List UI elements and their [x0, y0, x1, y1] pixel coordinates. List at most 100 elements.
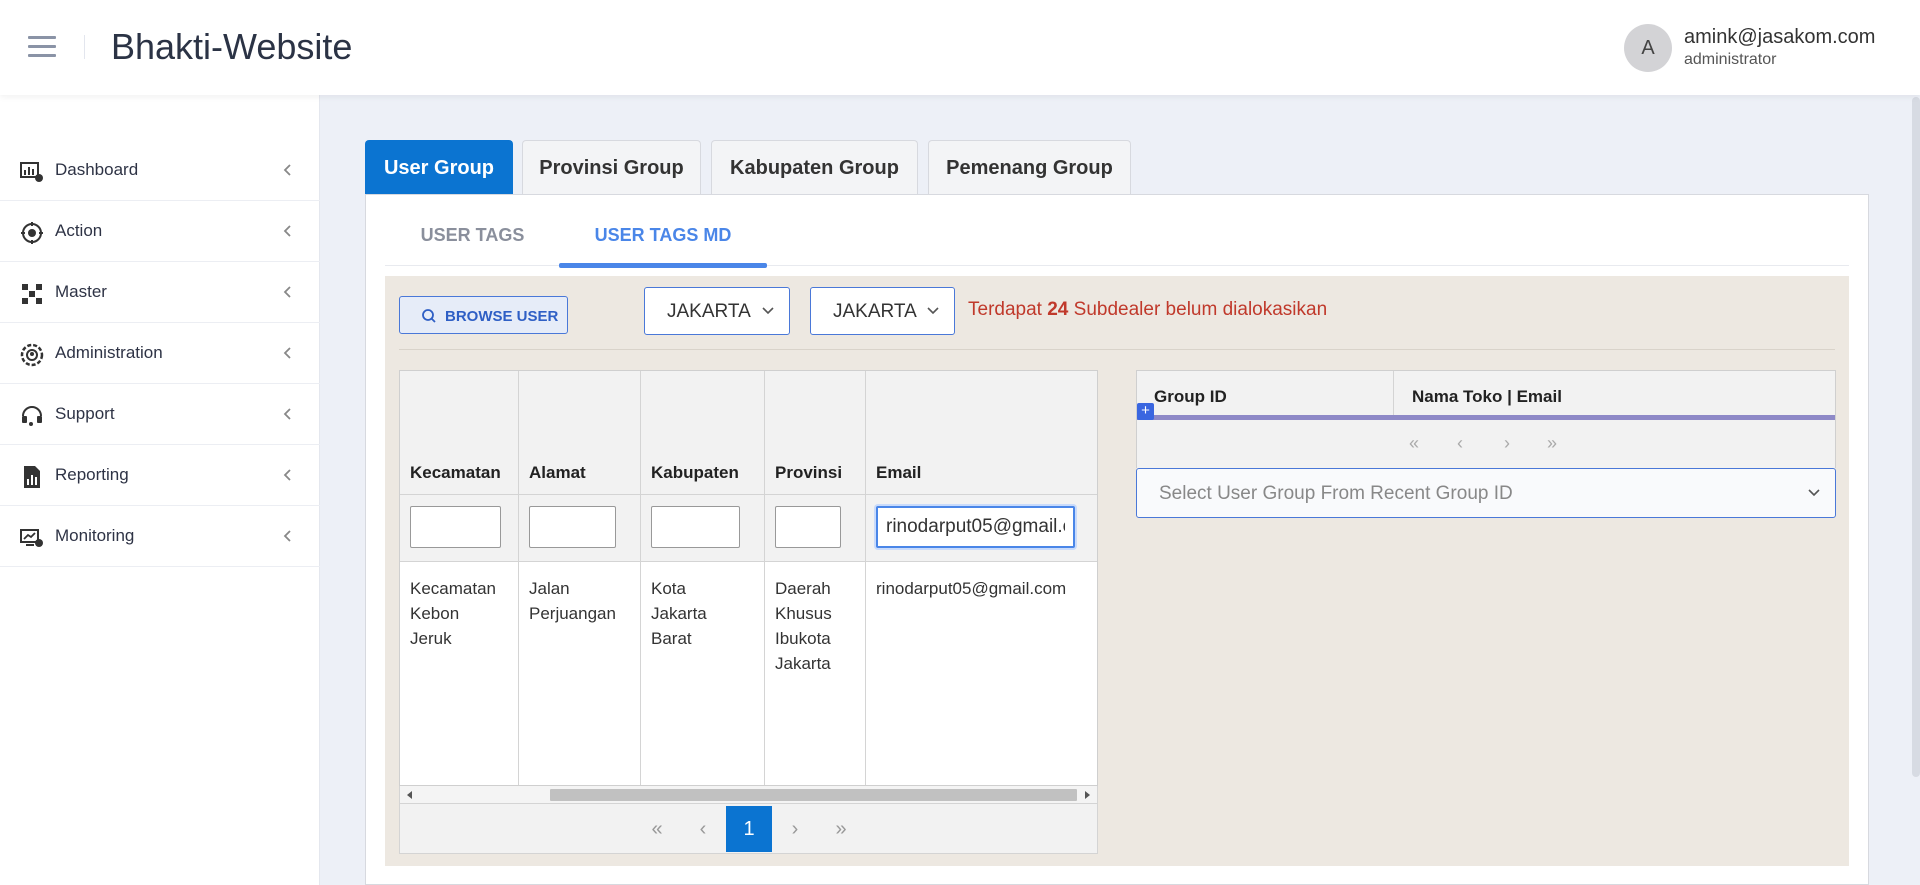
chevron-left-icon	[283, 469, 291, 481]
scrollbar-thumb[interactable]	[550, 789, 1077, 801]
sidebar-item-master[interactable]: Master	[0, 262, 320, 323]
city-select[interactable]: JAKARTA	[810, 287, 955, 335]
next-page-button[interactable]: ›	[1504, 433, 1510, 454]
kecamatan-filter-input[interactable]	[410, 506, 501, 548]
sidebar-label: Master	[55, 282, 107, 301]
sidebar-label: Support	[55, 404, 115, 423]
first-page-button[interactable]: «	[1409, 433, 1419, 454]
alamat-filter-input[interactable]	[529, 506, 616, 548]
column-header-label: Alamat	[529, 463, 586, 482]
notice-suffix: Subdealer belum dialokasikan	[1073, 299, 1328, 320]
unallocated-notice: Terdapat 24 Subdealer belum dialokasikan	[968, 299, 1327, 321]
avatar[interactable]: A	[1624, 24, 1672, 72]
hamburger-menu-icon[interactable]	[28, 36, 56, 58]
horizontal-scrollbar[interactable]	[399, 786, 1098, 804]
sidebar: Dashboard Action Master Administration S…	[0, 95, 320, 885]
column-header-label: Kecamatan	[410, 463, 501, 482]
tab-user-group[interactable]: User Group	[365, 140, 513, 195]
column-header[interactable]: Alamat	[519, 371, 640, 495]
page-1-button[interactable]: 1	[726, 806, 772, 852]
chevron-down-icon	[1808, 489, 1820, 497]
column-header-label: Email	[876, 463, 922, 482]
sidebar-item-action[interactable]: Action	[0, 201, 320, 262]
browse-user-button[interactable]: BROWSE USER	[399, 296, 568, 334]
reporting-icon	[24, 466, 40, 488]
first-page-button[interactable]: «	[634, 806, 680, 852]
column-header-label: Provinsi	[775, 463, 843, 482]
table-cell: Jalan Perjuangan	[529, 579, 616, 623]
chevron-left-icon	[283, 225, 291, 237]
column-header[interactable]: Kabupaten	[641, 371, 764, 495]
column-header[interactable]: Provinsi	[765, 371, 865, 495]
tab-provinsi-group[interactable]: Provinsi Group	[522, 140, 701, 195]
sidebar-item-support[interactable]: Support	[0, 384, 320, 445]
chevron-down-icon	[762, 307, 774, 315]
top-header: Bhakti-Website A amink@jasakom.com admin…	[0, 0, 1920, 95]
sidebar-label: Monitoring	[55, 526, 135, 545]
sidebar-label: Dashboard	[55, 160, 139, 179]
column-header[interactable]: Email	[866, 371, 1097, 495]
column-header[interactable]: Kecamatan	[400, 371, 518, 495]
chevron-left-icon	[283, 530, 291, 542]
column-provinsi: Provinsi Daerah Khusus Ibukota Jakarta	[765, 371, 866, 785]
province-select[interactable]: JAKARTA	[644, 287, 790, 335]
search-icon	[422, 309, 436, 323]
tab-pemenang-group[interactable]: Pemenang Group	[928, 140, 1131, 195]
user-table: Kecamatan Kecamatan Kebon Jeruk Alamat J…	[399, 370, 1098, 786]
subtab-active-indicator	[559, 263, 767, 268]
last-page-button[interactable]: »	[818, 806, 864, 852]
province-select-value: JAKARTA	[667, 301, 751, 322]
filter-cell	[641, 495, 764, 562]
tab-kabupaten-group[interactable]: Kabupaten Group	[711, 140, 918, 195]
prev-page-button[interactable]: ‹	[680, 806, 726, 852]
chevron-left-icon	[283, 408, 291, 420]
city-select-value: JAKARTA	[833, 301, 917, 322]
column-alamat: Alamat Jalan Perjuangan	[519, 371, 641, 785]
support-icon	[22, 406, 42, 426]
recent-group-select-placeholder: Select User Group From Recent Group ID	[1159, 483, 1513, 504]
last-page-button[interactable]: »	[1547, 433, 1557, 454]
app-title: Bhakti-Website	[111, 26, 353, 67]
column-divider	[1393, 371, 1394, 415]
dashboard-icon	[20, 162, 43, 182]
prev-page-button[interactable]: ‹	[1457, 433, 1463, 454]
chevron-left-icon	[283, 286, 291, 298]
notice-count: 24	[1047, 299, 1069, 320]
master-icon	[22, 284, 42, 304]
column-header-group-id[interactable]: Group ID	[1154, 387, 1227, 407]
user-role: administrator	[1684, 51, 1777, 68]
scroll-left-icon[interactable]	[407, 791, 412, 799]
column-header-nama-toko[interactable]: Nama Toko | Email	[1412, 387, 1562, 407]
kabupaten-filter-input[interactable]	[651, 506, 740, 548]
provinsi-filter-input[interactable]	[775, 506, 841, 548]
table-cell: Kota Jakarta Barat	[651, 579, 707, 648]
email-filter-input[interactable]	[876, 506, 1075, 548]
sidebar-item-dashboard[interactable]: Dashboard	[0, 140, 320, 201]
column-kecamatan: Kecamatan Kecamatan Kebon Jeruk	[400, 371, 519, 785]
sidebar-label: Action	[55, 221, 103, 240]
sidebar-item-administration[interactable]: Administration	[0, 323, 320, 384]
browse-user-label: BROWSE USER	[445, 308, 559, 325]
scroll-right-icon[interactable]	[1085, 791, 1090, 799]
page-scrollbar[interactable]	[1912, 97, 1920, 777]
column-header-label: Kabupaten	[651, 463, 739, 482]
sidebar-item-monitoring[interactable]: Monitoring	[0, 506, 320, 567]
recent-group-select[interactable]: Select User Group From Recent Group ID	[1136, 468, 1836, 518]
next-page-button[interactable]: ›	[772, 806, 818, 852]
filter-cell	[866, 495, 1097, 562]
sidebar-item-reporting[interactable]: Reporting	[0, 445, 320, 506]
column-email: Email rinodarput05@gmail.com	[866, 371, 1097, 785]
user-email[interactable]: amink@jasakom.com	[1684, 26, 1875, 49]
subtab-user-tags[interactable]: USER TAGS	[395, 225, 550, 269]
column-kabupaten: Kabupaten Kota Jakarta Barat	[641, 371, 765, 785]
action-icon	[21, 222, 43, 244]
sidebar-label: Reporting	[55, 465, 129, 484]
filter-cell	[765, 495, 865, 562]
chevron-down-icon	[927, 307, 939, 315]
add-row-icon[interactable]: +	[1137, 403, 1154, 420]
group-table: Group ID Nama Toko | Email + « ‹ › »	[1136, 370, 1836, 469]
group-table-header: Group ID Nama Toko | Email	[1137, 371, 1835, 415]
administration-icon	[20, 343, 44, 367]
chevron-left-icon	[283, 347, 291, 359]
filter-cell	[519, 495, 640, 562]
